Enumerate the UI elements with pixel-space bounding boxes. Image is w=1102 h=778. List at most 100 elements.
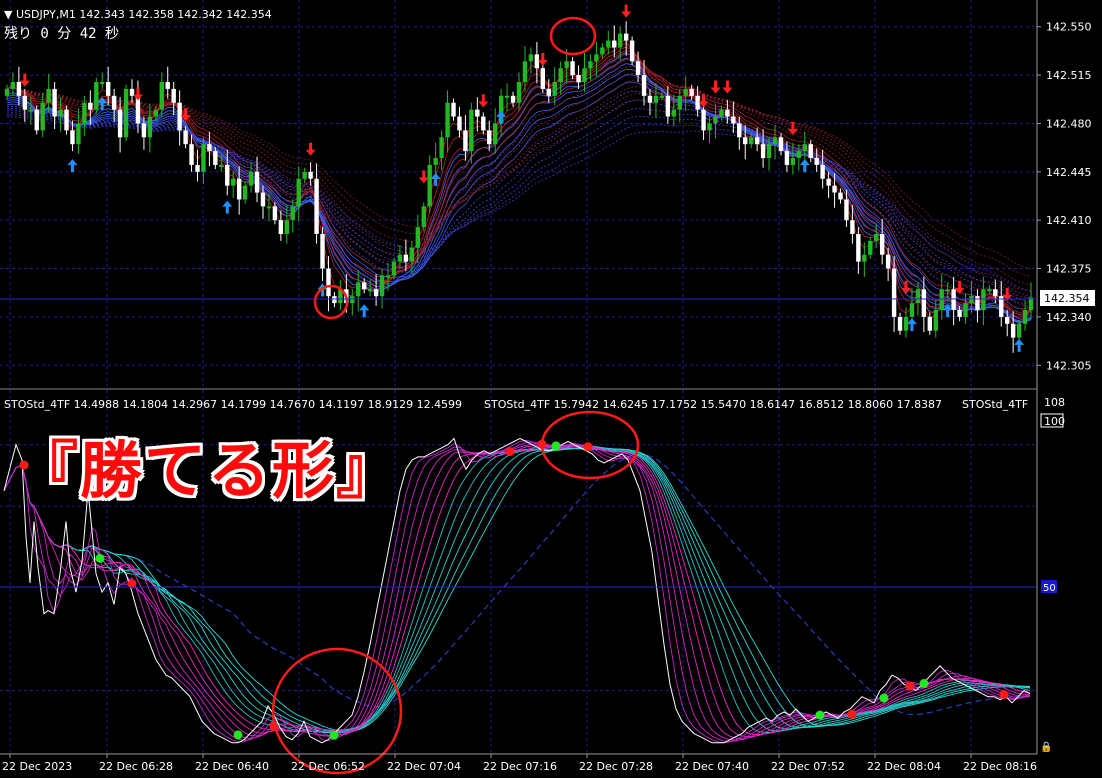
candle-body — [147, 116, 153, 138]
candle-body — [254, 171, 260, 193]
candle-body — [141, 123, 147, 138]
candle-body — [772, 137, 778, 145]
candle-body — [707, 123, 712, 131]
candle-body — [16, 82, 22, 96]
candle-body — [487, 130, 492, 145]
candle-body — [915, 289, 921, 304]
candle-body — [618, 33, 623, 48]
candle-body — [1022, 310, 1028, 324]
candle-body — [981, 289, 986, 310]
candle-body — [201, 144, 206, 172]
candle-body — [439, 137, 444, 158]
oscillator-scale-top: 108 — [1044, 396, 1065, 409]
candle-body — [820, 164, 825, 179]
candle-body — [1016, 323, 1022, 338]
candle-body — [367, 289, 373, 292]
candle-body — [629, 40, 635, 62]
candle-body — [70, 130, 75, 145]
candle-body — [546, 88, 551, 96]
candle-body — [963, 303, 968, 317]
candle-body — [641, 75, 647, 96]
candle-body — [427, 164, 432, 207]
time-label: 22 Dec 06:40 — [195, 760, 269, 773]
candle-body — [612, 40, 617, 48]
candle-body — [492, 123, 498, 145]
price-label: 142.480 — [1046, 117, 1092, 130]
candle-body — [40, 102, 45, 131]
chart-triangle-icon[interactable]: ▼ — [4, 8, 13, 21]
candle-body — [52, 88, 57, 117]
candle-body — [314, 178, 319, 234]
candle-body — [326, 268, 331, 297]
candle-body — [272, 206, 278, 221]
candle-body — [278, 220, 284, 234]
candle-body — [731, 116, 736, 124]
candle-body — [415, 227, 420, 248]
time-label: 22 Dec 06:28 — [99, 760, 173, 773]
candle-body — [689, 88, 694, 96]
candle-body — [594, 54, 599, 62]
trading-chart: 142.550 142.515 142.480 142.445 142.410 142.3… — [0, 0, 1102, 778]
candle-body — [671, 109, 676, 117]
candle-body — [879, 234, 885, 255]
candle-body — [760, 144, 766, 158]
candle-body — [100, 82, 105, 84]
bearish-cross-dot — [999, 690, 1009, 699]
candle-body — [665, 95, 671, 117]
candle-body — [790, 158, 796, 165]
candle-body — [225, 164, 230, 186]
time-label: 22 Dec 07:40 — [675, 760, 749, 773]
candle-body — [987, 289, 992, 292]
candle-body — [153, 109, 159, 117]
candle-body — [22, 95, 28, 110]
candle-body — [885, 254, 891, 269]
candle-body — [248, 171, 254, 186]
bearish-cross-dot — [583, 442, 593, 452]
candle-body — [236, 178, 242, 200]
candle-body — [284, 220, 290, 234]
candle-body — [677, 95, 682, 110]
candle-body — [403, 254, 409, 262]
candle-body — [796, 151, 802, 158]
price-header: USDJPY,M1 142.343 142.358 142.342 142.35… — [16, 8, 272, 21]
candle-body — [296, 178, 301, 207]
candle-body — [58, 109, 63, 117]
price-label: 142.340 — [1046, 311, 1092, 324]
candle-body — [862, 254, 867, 262]
bullish-cross-dot — [919, 679, 929, 688]
price-label: 142.305 — [1046, 359, 1092, 372]
candle-body — [82, 102, 87, 124]
candle-body — [457, 116, 462, 131]
bullish-cross-dot — [815, 710, 825, 720]
candle-body — [260, 192, 266, 207]
candle-body — [695, 95, 700, 110]
candle-body — [897, 316, 903, 331]
candle-body — [868, 240, 873, 255]
candle-body — [766, 144, 772, 158]
candle-body — [409, 247, 415, 262]
candle-body — [332, 296, 337, 304]
candle-body — [540, 68, 546, 89]
oscillator-header-2: STOStd_4TF 15.7942 14.6245 17.1752 15.54… — [484, 398, 942, 411]
time-label: 22 Dec 2023 — [2, 760, 72, 773]
candle-body — [111, 95, 117, 110]
time-label: 22 Dec 08:04 — [867, 760, 941, 773]
candle-body — [534, 54, 540, 69]
candle-body — [975, 296, 980, 310]
candle-body — [552, 82, 557, 96]
candle-body — [832, 185, 837, 193]
candle-body — [891, 268, 897, 317]
candle-body — [838, 192, 843, 200]
candle-body — [183, 130, 188, 145]
candle-body — [302, 171, 307, 179]
price-label: 142.445 — [1046, 166, 1092, 179]
candle-body — [88, 102, 93, 110]
candle-body — [606, 40, 611, 48]
candle-body — [373, 289, 379, 297]
candle-timer: 残り 0 分 42 秒 — [4, 26, 119, 42]
candle-body — [748, 137, 754, 145]
candle-body — [784, 151, 790, 165]
oscillator-header-1: STOStd_4TF 14.4988 14.1804 14.2967 14.17… — [4, 398, 462, 411]
candle-body — [10, 82, 16, 89]
price-label: 142.410 — [1046, 214, 1092, 227]
